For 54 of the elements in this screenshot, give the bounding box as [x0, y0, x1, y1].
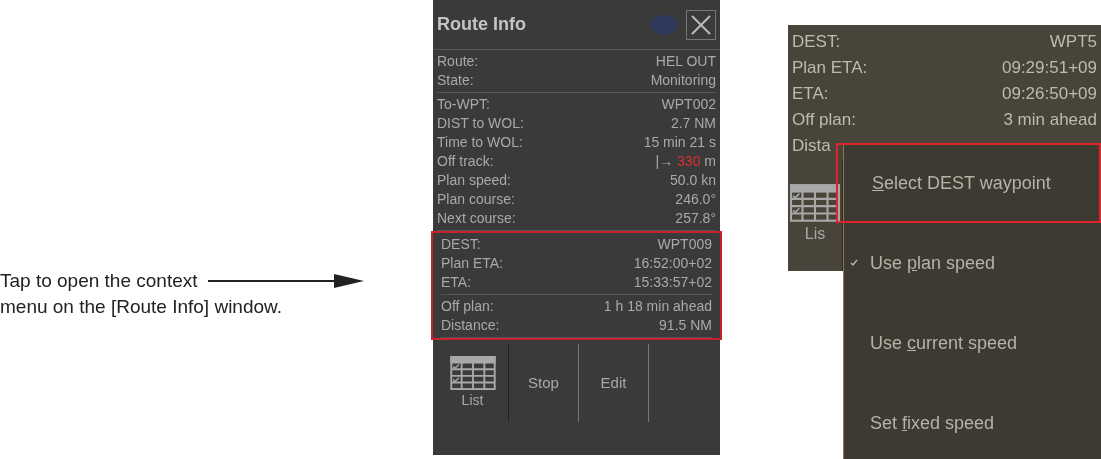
field-label: Plan ETA: — [792, 57, 868, 80]
field-label: Off track: — [437, 152, 494, 171]
field-label: Time to WOL: — [437, 133, 523, 152]
field-label: Next course: — [437, 209, 516, 228]
ellipse-icon — [650, 13, 678, 36]
field-value: 09:26:50+09 — [1002, 83, 1097, 106]
table-list-icon — [449, 355, 496, 390]
field-label: DEST: — [441, 235, 481, 254]
annotation-text: menu on the [Route Info] window. — [0, 295, 283, 319]
field-value: WPT009 — [657, 235, 712, 254]
field-label: ETA: — [441, 273, 472, 292]
field-value: WPT5 — [1049, 31, 1097, 54]
menu-item[interactable]: Use plan speed — [844, 223, 1101, 303]
annotation-text: Tap to open the context — [0, 269, 198, 293]
field-value: 257.8° — [675, 209, 716, 228]
field-value: WPT002 — [661, 95, 716, 114]
menu-item[interactable]: Set fixed speed — [844, 383, 1101, 459]
field-value: 91.5 NM — [659, 316, 712, 335]
field-label: To-WPT: — [437, 95, 490, 114]
close-icon — [690, 13, 712, 36]
field-label: Off plan: — [441, 297, 494, 316]
list-button[interactable]: Lis — [788, 159, 843, 271]
field-value: 246.0° — [675, 190, 716, 209]
field-label: ETA: — [792, 83, 829, 106]
field-value: 2.7 NM — [670, 114, 716, 133]
list-button[interactable]: List — [437, 344, 509, 422]
field-value: 15:33:57+02 — [633, 273, 712, 292]
field-label: State: — [437, 71, 474, 90]
field-value: |→ 330 m — [655, 152, 716, 171]
menu-item[interactable]: Select DEST waypoint — [836, 143, 1101, 223]
field-label: Route: — [437, 52, 479, 71]
close-button[interactable] — [686, 9, 716, 40]
field-label: Plan course: — [437, 190, 515, 209]
field-value: 1 h 18 min ahead — [603, 297, 712, 316]
field-label: Off plan: — [792, 109, 856, 132]
field-label: Dista — [792, 135, 831, 158]
field-value: 16:52:00+02 — [633, 254, 712, 273]
action-button[interactable]: Stop — [509, 344, 579, 422]
field-value: 50.0 kn — [670, 171, 716, 190]
window-title: Route Info — [437, 13, 526, 36]
field-label: DEST: — [792, 31, 841, 54]
action-button[interactable]: Edit — [579, 344, 649, 422]
field-value: 09:29:51+09 — [1002, 57, 1097, 80]
field-label: Plan ETA: — [441, 254, 503, 273]
field-label: Distance: — [441, 316, 500, 335]
check-icon — [850, 259, 858, 267]
menu-item[interactable]: Use current speed — [844, 303, 1101, 383]
field-value: 15 min 21 s — [643, 133, 716, 152]
field-value: 3 min ahead — [1003, 109, 1097, 132]
field-value: HEL OUT — [655, 52, 716, 71]
field-label: DIST to WOL: — [437, 114, 524, 133]
field-value: Monitoring — [650, 71, 716, 90]
field-label: Plan speed: — [437, 171, 511, 190]
table-list-icon — [790, 184, 840, 222]
